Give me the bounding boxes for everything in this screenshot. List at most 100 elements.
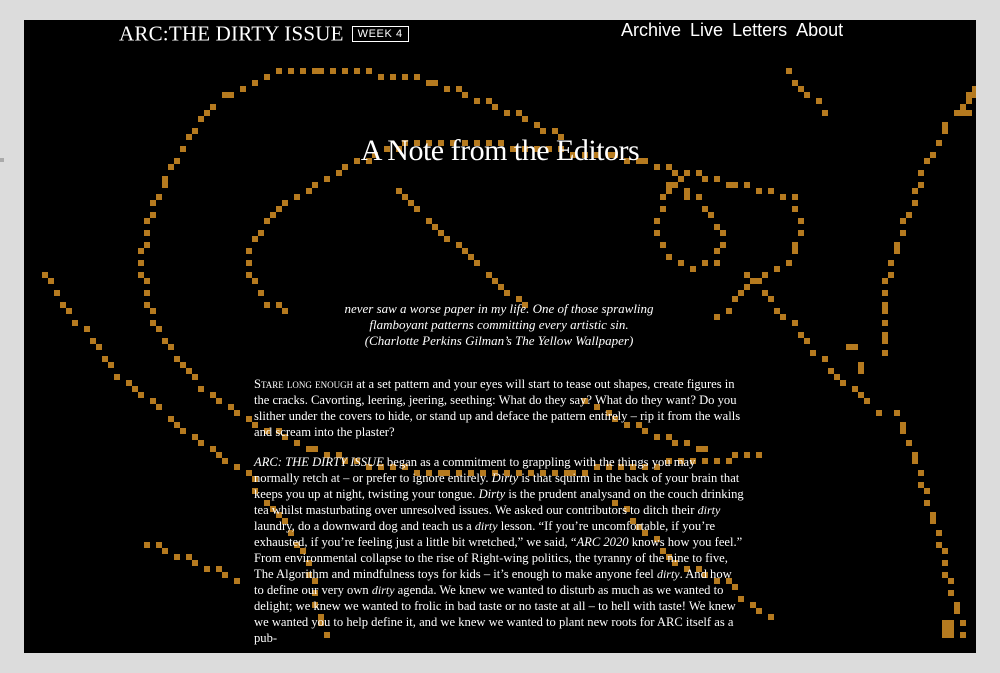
pattern-pixel <box>462 248 468 254</box>
pattern-pixel <box>714 224 720 230</box>
pattern-pixel <box>792 242 798 248</box>
pattern-pixel <box>342 68 348 74</box>
text-run: laundry, do a downward dog and teach us … <box>254 519 475 533</box>
pattern-pixel <box>762 290 768 296</box>
pattern-pixel <box>174 422 180 428</box>
pattern-pixel <box>378 74 384 80</box>
nav-live[interactable]: Live <box>690 20 723 41</box>
nav-letters[interactable]: Letters <box>732 20 787 41</box>
pattern-pixel <box>210 104 216 110</box>
pattern-pixel <box>90 338 96 344</box>
pattern-pixel <box>150 200 156 206</box>
pattern-pixel <box>306 188 312 194</box>
pattern-pixel <box>882 338 888 344</box>
pattern-pixel <box>882 350 888 356</box>
pattern-pixel <box>930 512 936 518</box>
pattern-pixel <box>222 572 228 578</box>
pattern-pixel <box>906 440 912 446</box>
pattern-pixel <box>54 290 60 296</box>
pattern-pixel <box>714 314 720 320</box>
pattern-pixel <box>534 122 540 128</box>
article-title: A Note from the Editors <box>360 134 640 167</box>
pattern-pixel <box>312 182 318 188</box>
pattern-pixel <box>912 452 918 458</box>
pattern-pixel <box>174 554 180 560</box>
pattern-pixel <box>432 80 438 86</box>
pattern-pixel <box>204 566 210 572</box>
pattern-pixel <box>180 428 186 434</box>
pattern-pixel <box>792 248 798 254</box>
pattern-pixel <box>804 92 810 98</box>
pattern-pixel <box>222 458 228 464</box>
pattern-pixel <box>486 98 492 104</box>
site-title[interactable]: ARC:THE DIRTY ISSUE WEEK 4 <box>119 20 409 47</box>
pattern-pixel <box>168 344 174 350</box>
pattern-pixel <box>708 212 714 218</box>
pattern-pixel <box>852 386 858 392</box>
emphasis: Dirty <box>478 487 506 501</box>
pattern-pixel <box>192 560 198 566</box>
pattern-pixel <box>462 92 468 98</box>
pattern-pixel <box>918 182 924 188</box>
pattern-pixel <box>942 122 948 128</box>
pattern-pixel <box>882 290 888 296</box>
pattern-pixel <box>666 182 678 188</box>
pattern-pixel <box>366 68 372 74</box>
pattern-pixel <box>162 176 168 182</box>
pattern-pixel <box>732 182 738 188</box>
pattern-pixel <box>276 206 282 212</box>
pattern-pixel <box>702 176 708 182</box>
pattern-pixel <box>942 548 948 554</box>
pattern-pixel <box>882 320 888 326</box>
pattern-pixel <box>798 218 804 224</box>
pattern-pixel <box>240 86 246 92</box>
pattern-pixel <box>216 398 222 404</box>
pattern-pixel <box>912 200 918 206</box>
pattern-pixel <box>660 194 666 200</box>
pattern-pixel <box>144 302 150 308</box>
brand-logo[interactable]: ARC:THE DIRTY ISSUE <box>119 22 344 46</box>
pattern-pixel <box>876 410 882 416</box>
pattern-pixel <box>888 272 894 278</box>
pattern-pixel <box>684 188 690 200</box>
pattern-pixel <box>492 278 498 284</box>
pattern-pixel <box>690 266 696 272</box>
pattern-pixel <box>738 290 744 296</box>
pattern-pixel <box>792 194 798 200</box>
pattern-pixel <box>282 308 288 314</box>
pattern-pixel <box>246 272 252 278</box>
pattern-pixel <box>180 362 186 368</box>
pattern-pixel <box>798 86 804 92</box>
emphasis: dirty <box>656 567 680 581</box>
pattern-pixel <box>912 188 918 194</box>
pattern-pixel <box>264 218 270 224</box>
paragraph-1: Stare long enough at a set pattern and y… <box>254 376 744 440</box>
pattern-pixel <box>426 218 432 224</box>
pattern-pixel <box>726 182 732 188</box>
pattern-pixel <box>402 194 408 200</box>
pattern-pixel <box>318 68 324 74</box>
pattern-pixel <box>858 362 864 374</box>
pattern-pixel <box>798 230 804 236</box>
pattern-pixel <box>186 554 192 560</box>
pattern-pixel <box>492 104 498 110</box>
epigraph-line-2: flamboyant patterns committing every art… <box>369 317 629 332</box>
pattern-pixel <box>900 230 906 236</box>
pattern-pixel <box>756 278 762 284</box>
pattern-pixel <box>972 86 976 92</box>
pattern-pixel <box>846 344 858 350</box>
pattern-pixel <box>786 68 792 74</box>
pattern-pixel <box>954 602 960 608</box>
pattern-pixel <box>828 368 834 374</box>
pattern-pixel <box>408 200 414 206</box>
pattern-pixel <box>234 410 240 416</box>
pattern-pixel <box>354 68 360 74</box>
pattern-pixel <box>822 356 828 362</box>
nav-about[interactable]: About <box>796 20 843 41</box>
nav-archive[interactable]: Archive <box>621 20 681 41</box>
pattern-pixel <box>174 356 180 362</box>
pattern-pixel <box>516 110 522 116</box>
pattern-pixel <box>252 278 258 284</box>
emphasis: ARC 2020 <box>576 535 629 549</box>
pattern-pixel <box>144 278 150 284</box>
